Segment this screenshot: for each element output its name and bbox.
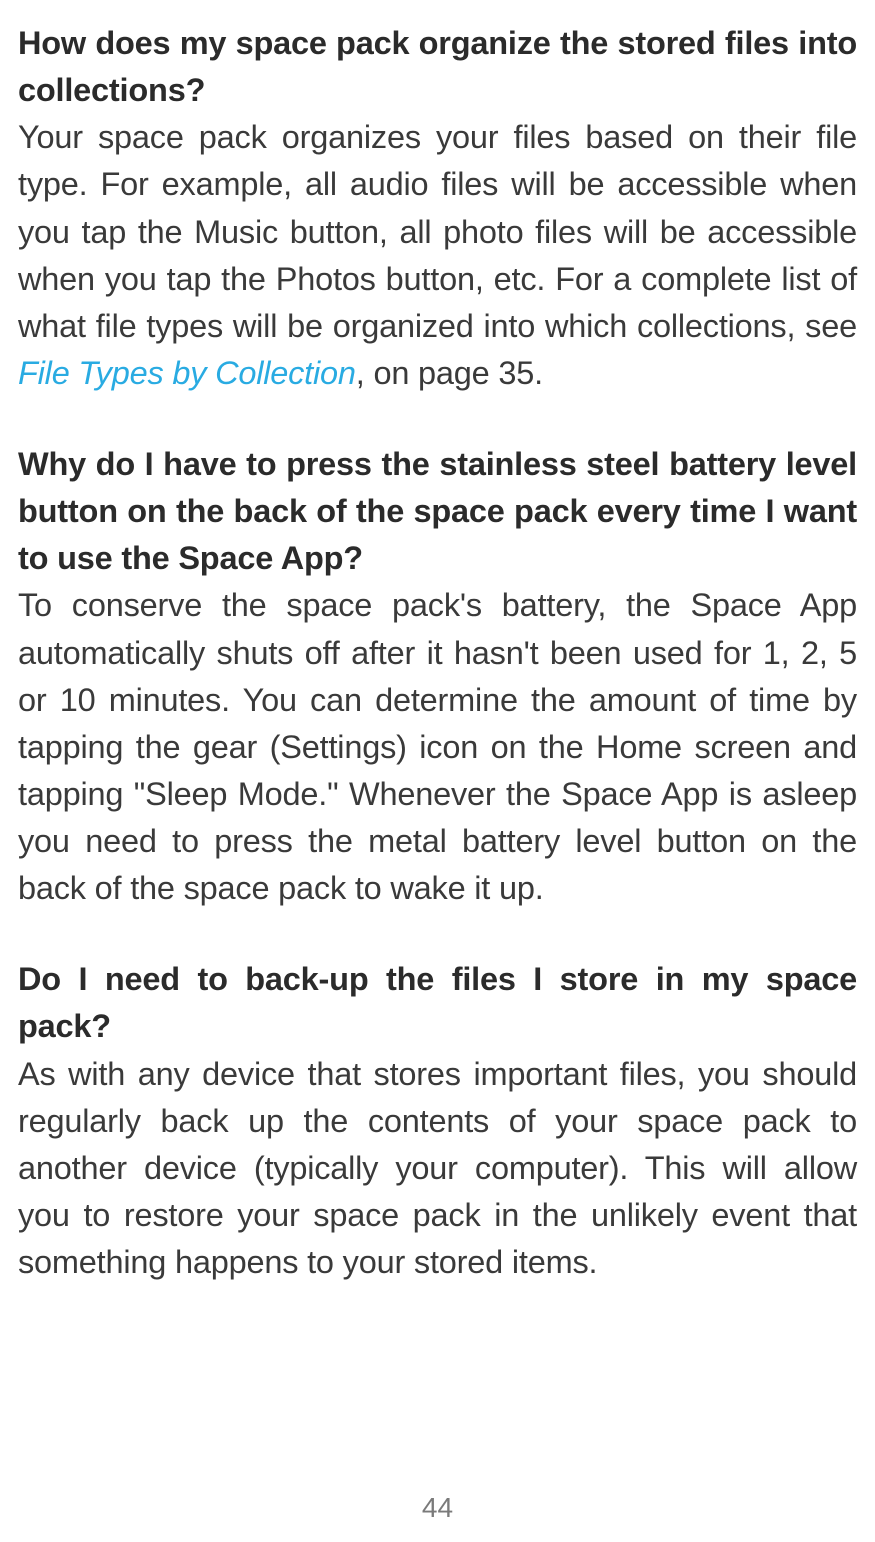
faq-answer-1: Your space pack organizes your files bas… xyxy=(18,119,857,391)
faq-section-2: Why do I have to press the stainless ste… xyxy=(18,441,857,912)
file-types-link[interactable]: File Types by Collection xyxy=(18,355,356,391)
page-number: 44 xyxy=(0,1492,875,1524)
document-content: How does my space pack organize the stor… xyxy=(18,20,857,1286)
answer-text-after-link: , on page 35. xyxy=(356,355,543,391)
faq-section-3: Do I need to back-up the files I store i… xyxy=(18,956,857,1286)
faq-question-2: Why do I have to press the stainless ste… xyxy=(18,446,857,576)
faq-question-3: Do I need to back-up the files I store i… xyxy=(18,961,857,1044)
faq-section-1: How does my space pack organize the stor… xyxy=(18,20,857,397)
answer-text-before-link: Your space pack organizes your files bas… xyxy=(18,119,857,344)
faq-question-1: How does my space pack organize the stor… xyxy=(18,25,857,108)
faq-answer-3: As with any device that stores important… xyxy=(18,1056,857,1281)
faq-answer-2: To conserve the space pack's battery, th… xyxy=(18,587,857,906)
